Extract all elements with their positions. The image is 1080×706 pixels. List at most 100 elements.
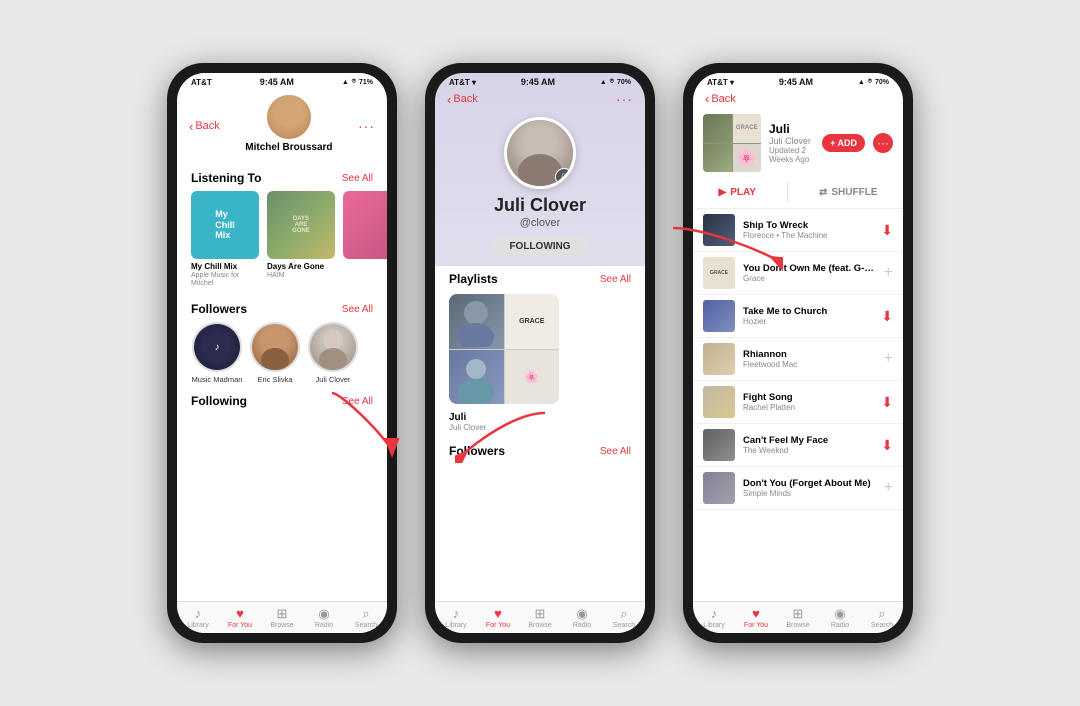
song-artist-3: Fleetwood Mac (743, 360, 876, 369)
back-label-1[interactable]: Back (195, 120, 219, 132)
profile-handle-2: @clover (520, 217, 561, 229)
divider-3 (787, 182, 788, 202)
tab-search-label-1: Search (355, 622, 377, 629)
chevron-icon-3: ‹ (705, 91, 709, 106)
playlist-card-juli[interactable]: GRACE 🌸 (449, 294, 559, 404)
back-button-3[interactable]: ‹ Back (705, 91, 736, 106)
follower-music-madman[interactable]: ♪ Music Madman (191, 322, 243, 384)
follower-juli-clover[interactable]: Juli Clover (307, 322, 359, 384)
song-action-6[interactable]: + (884, 479, 893, 497)
status-bar-3: AT&T ▾ 9:45 AM ▲ ⌾ 70% (693, 73, 903, 89)
following-see-all[interactable]: See All (342, 396, 373, 407)
tab-library-1[interactable]: ♪ Library (177, 602, 219, 633)
back-button-2[interactable]: ‹ Back (447, 92, 478, 107)
more-button-2[interactable]: ··· (616, 91, 633, 107)
tab-search-3[interactable]: ⌕ Search (861, 602, 903, 633)
song-item-1[interactable]: GRACE You Don't Own Me (feat. G-Eazy) Gr… (693, 252, 903, 295)
lock-badge: 🔒 (555, 168, 573, 186)
song-info-1: You Don't Own Me (feat. G-Eazy) Grace (743, 263, 876, 283)
library-icon-1: ♪ (195, 607, 202, 620)
p3q-2: GRACE (733, 114, 762, 143)
tab-library-label-1: Library (187, 622, 208, 629)
song-artist-4: Rachel Platten (743, 403, 873, 412)
chevron-icon-2: ‹ (447, 92, 451, 107)
song-info-6: Don't You (Forget About Me) Simple Minds (743, 478, 876, 498)
phone-1-wrapper: AT&T 9:45 AM ▲ ⌾ 71% ‹ Back (167, 63, 397, 643)
tab-browse-2[interactable]: ⊞ Browse (519, 602, 561, 633)
tab-search-label-3: Search (871, 622, 893, 629)
song-item-0[interactable]: Ship To Wreck Florence • The Machine ⬇ (693, 209, 903, 252)
tab-for-you-1[interactable]: ♥ For You (219, 602, 261, 633)
radio-icon-2: ◉ (576, 607, 587, 620)
followers-see-all-2[interactable]: See All (600, 446, 631, 457)
song-thumb-6 (703, 472, 735, 504)
profile-hero-2: 🔒 Juli Clover @clover FOLLOWING (435, 111, 645, 266)
back-label-2[interactable]: Back (453, 93, 477, 105)
carrier-3: AT&T ▾ (707, 78, 734, 87)
playlists-section-2: Playlists See All GRACE (435, 266, 645, 601)
wifi-icon-3: ▲ (858, 79, 865, 86)
time-1: 9:45 AM (260, 77, 294, 87)
tab-browse-3[interactable]: ⊞ Browse (777, 602, 819, 633)
wifi-icon-1: ▲ (342, 79, 349, 86)
song-action-0[interactable]: ⬇ (881, 222, 893, 239)
back-label-3[interactable]: Back (711, 93, 735, 105)
time-2: 9:45 AM (521, 77, 555, 87)
song-list-3: Ship To Wreck Florence • The Machine ⬇ G… (693, 209, 903, 601)
card-name-2: Days Are Gone (267, 262, 335, 272)
tab-radio-2[interactable]: ◉ Radio (561, 602, 603, 633)
profile-avatar-2[interactable]: 🔒 (504, 117, 576, 189)
following-button-2[interactable]: FOLLOWING (491, 237, 588, 256)
song-action-5[interactable]: ⬇ (881, 437, 893, 454)
quad-2: GRACE (505, 294, 560, 349)
tab-library-3[interactable]: ♪ Library (693, 602, 735, 633)
tab-for-you-label-2: For You (486, 622, 510, 629)
tab-search-2[interactable]: ⌕ Search (603, 602, 645, 633)
playlist-info-3: Juli Juli Clover Updated 2 Weeks Ago (769, 122, 814, 164)
song-item-6[interactable]: Don't You (Forget About Me) Simple Minds… (693, 467, 903, 510)
time-3: 9:45 AM (779, 77, 813, 87)
more-button-1[interactable]: ··· (358, 118, 375, 134)
song-thumb-5 (703, 429, 735, 461)
tab-search-1[interactable]: ⌕ Search (345, 602, 387, 633)
listening-to-see-all[interactable]: See All (342, 173, 373, 184)
follower-name-1: Eric Slivka (257, 375, 292, 384)
tab-browse-label-2: Browse (528, 622, 551, 629)
tab-for-you-2[interactable]: ♥ For You (477, 602, 519, 633)
avatar-juli (310, 324, 356, 370)
playlists-see-all-2[interactable]: See All (600, 274, 631, 285)
song-item-2[interactable]: Take Me to Church Hozier ⬇ (693, 295, 903, 338)
followers-header-2: Followers See All (435, 438, 645, 462)
song-action-2[interactable]: ⬇ (881, 308, 893, 325)
tab-radio-1[interactable]: ◉ Radio (303, 602, 345, 633)
tab-for-you-3[interactable]: ♥ For You (735, 602, 777, 633)
song-action-3[interactable]: + (884, 350, 893, 368)
card-3[interactable] (343, 191, 387, 288)
follower-eric-slivka[interactable]: Eric Slivka (249, 322, 301, 384)
add-button-3[interactable]: + ADD (822, 134, 865, 152)
play-button-3[interactable]: ▶ PLAY (719, 187, 756, 198)
card-my-chill-mix[interactable]: MyChillMix My Chill Mix Apple Music for … (191, 191, 259, 288)
bluetooth-icon-3: ⌾ (868, 78, 872, 86)
shuffle-button-3[interactable]: ⇄ SHUFFLE (819, 187, 878, 198)
back-button-1[interactable]: ‹ Back (189, 119, 220, 134)
song-info-3: Rhiannon Fleetwood Mac (743, 349, 876, 369)
song-item-3[interactable]: Rhiannon Fleetwood Mac + (693, 338, 903, 381)
song-item-5[interactable]: Can't Feel My Face The Weeknd ⬇ (693, 424, 903, 467)
profile-avatar-1[interactable] (267, 95, 311, 139)
song-action-4[interactable]: ⬇ (881, 394, 893, 411)
avatar-mm: ♪ (194, 324, 240, 370)
song-item-4[interactable]: Fight Song Rachel Platten ⬇ (693, 381, 903, 424)
tab-library-2[interactable]: ♪ Library (435, 602, 477, 633)
more-button-3[interactable]: ··· (873, 133, 893, 153)
playlist-cards-2: GRACE 🌸 (435, 290, 645, 412)
song-info-5: Can't Feel My Face The Weeknd (743, 435, 873, 455)
tab-radio-3[interactable]: ◉ Radio (819, 602, 861, 633)
phone-1: AT&T 9:45 AM ▲ ⌾ 71% ‹ Back (167, 63, 397, 643)
chevron-icon-1: ‹ (189, 119, 193, 134)
song-action-1[interactable]: + (884, 264, 893, 282)
card-days-are-gone[interactable]: DAYSAREGONE Days Are Gone HAIM (267, 191, 335, 288)
tab-browse-1[interactable]: ⊞ Browse (261, 602, 303, 633)
followers-see-all-1[interactable]: See All (342, 304, 373, 315)
followers-row-1: ♪ Music Madman (177, 320, 387, 390)
